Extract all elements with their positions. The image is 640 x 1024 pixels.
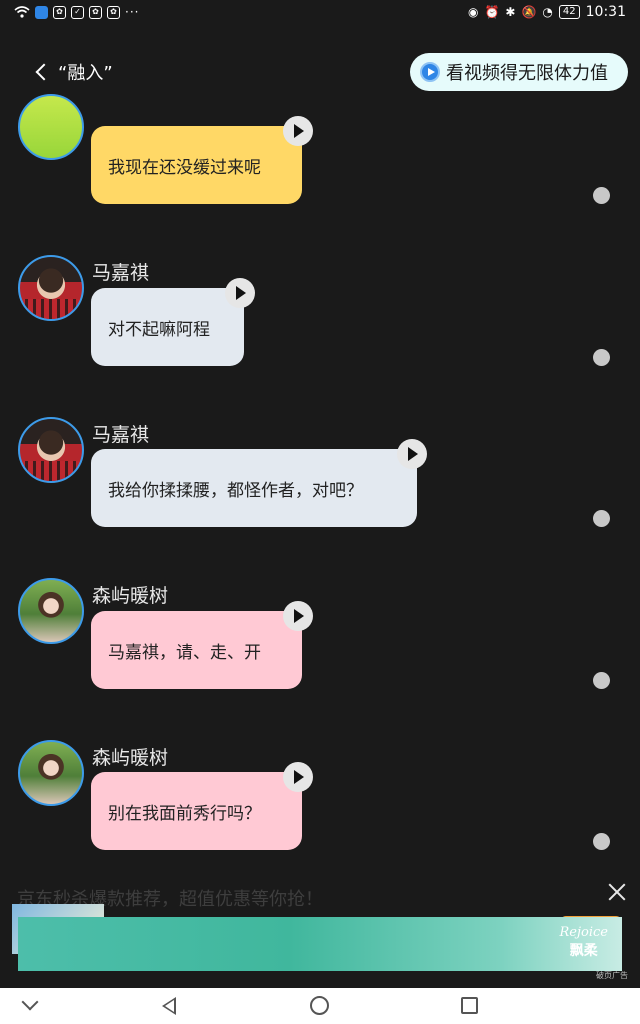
message-bubble[interactable]: 马嘉祺，请、走、开 xyxy=(91,611,302,689)
play-audio-button[interactable] xyxy=(283,116,313,146)
avatar[interactable] xyxy=(18,578,84,644)
play-audio-button[interactable] xyxy=(397,439,427,469)
sender-name: 马嘉祺 xyxy=(92,424,150,446)
message-bubble[interactable]: 我给你揉揉腰，都怪作者，对吧？ xyxy=(91,449,417,527)
play-audio-button[interactable] xyxy=(283,762,313,792)
avatar[interactable] xyxy=(18,94,84,160)
message-options-dot[interactable] xyxy=(593,672,610,689)
chat-list[interactable]: 我现在还没缓过来呢 马嘉祺 对不起嘛阿程 马嘉祺 我给你揉揉腰，都怪作者，对吧？… xyxy=(0,0,640,1024)
play-audio-button[interactable] xyxy=(225,278,255,308)
avatar[interactable] xyxy=(18,740,84,806)
app-screen: ✿ ✓ ✿ ✿ ··· ◉ ⏰ ✱ 🔕 ◔ 42 10:31 “融入” 看视频得… xyxy=(0,0,640,1024)
sender-name: 森屿暖树 xyxy=(92,585,169,607)
play-audio-button[interactable] xyxy=(283,601,313,631)
ad-label: 破页广告 xyxy=(596,971,628,980)
sender-name: 马嘉祺 xyxy=(92,262,150,284)
message-bubble[interactable]: 别在我面前秀行吗？ xyxy=(91,772,302,850)
message-bubble[interactable]: 对不起嘛阿程 xyxy=(91,288,244,366)
message-text: 我给你揉揉腰，都怪作者，对吧？ xyxy=(108,480,363,501)
message-options-dot[interactable] xyxy=(593,510,610,527)
message-text: 马嘉祺，请、走、开 xyxy=(108,642,261,663)
ad-brand-en: Rejoice xyxy=(559,925,608,940)
avatar[interactable] xyxy=(18,255,84,321)
message-text: 别在我面前秀行吗？ xyxy=(108,803,261,824)
ad-close-icon[interactable] xyxy=(607,882,627,902)
message-text: 对不起嘛阿程 xyxy=(108,319,210,340)
message-text: 我现在还没缓过来呢 xyxy=(108,157,261,178)
message-options-dot[interactable] xyxy=(593,187,610,204)
ad-banner[interactable]: Rejoice 飘柔 xyxy=(18,917,622,971)
ad-brand-logo: Rejoice 飘柔 xyxy=(560,925,608,960)
nav-home-circle-icon[interactable] xyxy=(310,996,329,1015)
avatar[interactable] xyxy=(18,417,84,483)
system-nav-bar xyxy=(0,988,640,1024)
nav-back-triangle-icon[interactable] xyxy=(162,997,176,1015)
ad-brand-cn: 飘柔 xyxy=(569,943,598,959)
hide-nav-chevron-icon[interactable] xyxy=(21,993,39,1011)
nav-recents-square-icon[interactable] xyxy=(461,997,478,1014)
message-options-dot[interactable] xyxy=(593,833,610,850)
message-options-dot[interactable] xyxy=(593,349,610,366)
sender-name: 森屿暖树 xyxy=(92,747,169,769)
message-bubble[interactable]: 我现在还没缓过来呢 xyxy=(91,126,302,204)
